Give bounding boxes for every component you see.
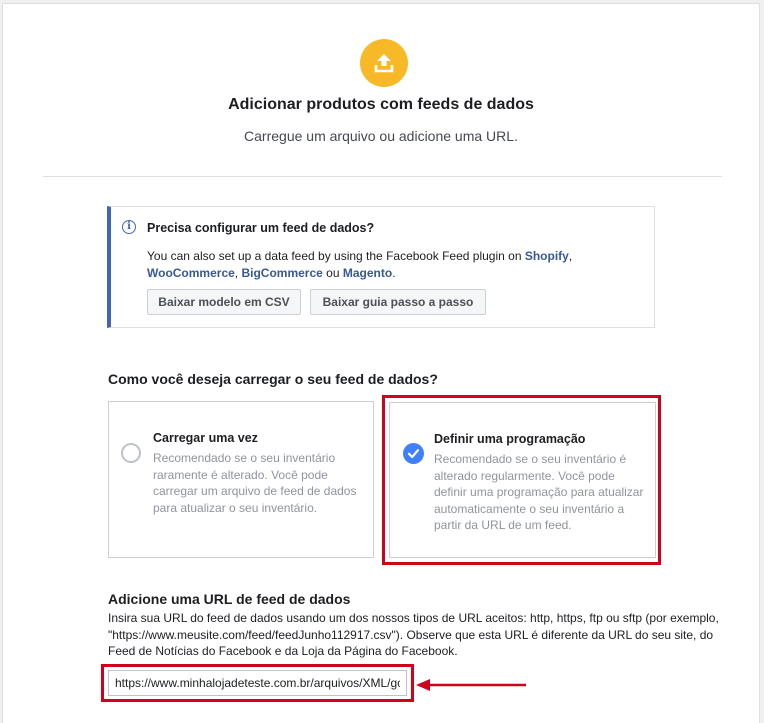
- download-guide-button[interactable]: Baixar guia passo a passo: [310, 289, 486, 315]
- info-text: You can also set up a data feed by using…: [147, 248, 647, 282]
- info-title: Precisa configurar um feed de dados?: [147, 221, 375, 235]
- info-sep: ,: [568, 249, 573, 263]
- red-arrow-icon: [416, 679, 526, 691]
- download-csv-template-button[interactable]: Baixar modelo em CSV: [147, 289, 301, 315]
- shopify-link[interactable]: Shopify: [525, 249, 569, 263]
- dialog-title: Adicionar produtos com feeds de dados: [228, 96, 534, 113]
- dialog-subtitle: Carregue um arquivo ou adicione uma URL.: [244, 128, 518, 144]
- info-icon: i: [122, 220, 136, 234]
- woocommerce-link[interactable]: WooCommerce: [147, 266, 235, 280]
- feed-url-input[interactable]: [108, 670, 407, 696]
- option-title: Definir uma programação: [434, 432, 586, 446]
- upload-icon: [360, 39, 408, 87]
- option-set-schedule[interactable]: Definir uma programação Recomendado se o…: [389, 402, 656, 558]
- info-text-prefix: You can also set up a data feed by using…: [147, 249, 525, 263]
- bigcommerce-link[interactable]: BigCommerce: [241, 266, 322, 280]
- option-upload-once[interactable]: Carregar uma vez Recomendado se o seu in…: [108, 401, 374, 558]
- feed-url-title: Adicione uma URL de feed de dados: [108, 591, 351, 607]
- option-title: Carregar uma vez: [153, 431, 258, 445]
- upload-method-question: Como você deseja carregar o seu feed de …: [108, 371, 438, 387]
- radio-checked-icon[interactable]: [403, 443, 424, 464]
- info-text-suffix: .: [392, 266, 396, 280]
- info-callout: i Precisa configurar um feed de dados? Y…: [107, 206, 655, 328]
- divider: [43, 176, 722, 177]
- magento-link[interactable]: Magento: [343, 266, 392, 280]
- option-description: Recomendado se o seu inventário rarament…: [153, 451, 357, 515]
- feed-url-description: Insira sua URL do feed de dados usando u…: [108, 611, 719, 658]
- option-description: Recomendado se o seu inventário é altera…: [434, 452, 644, 532]
- add-products-dialog: Adicionar produtos com feeds de dados Ca…: [2, 3, 760, 723]
- info-sep: ou: [322, 266, 343, 280]
- radio-unchecked-icon[interactable]: [121, 443, 141, 463]
